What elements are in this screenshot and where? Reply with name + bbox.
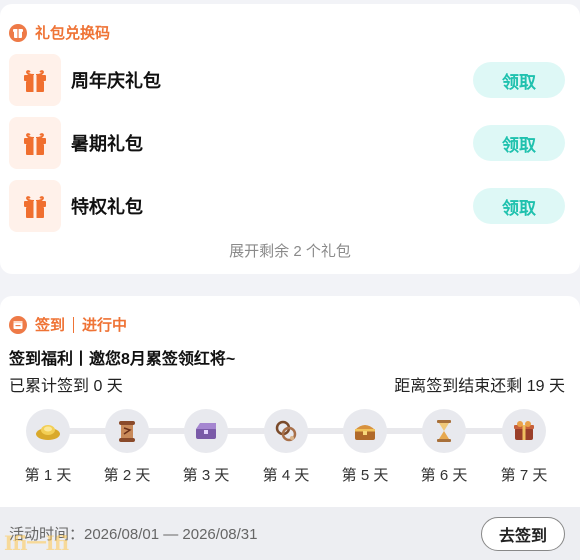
signin-card: 签到 进行中 签到福利丨邀您8月累签领红将~ 已累计签到 0 天 距离签到结束还… [0,296,580,560]
day-label: 第 3 天 [182,467,230,484]
gift-icon [9,117,61,169]
signin-footer: 活动时间：2026/08/01 — 2026/08/31 去签到 [0,507,580,560]
gift-name: 特权礼包 [71,197,143,217]
scroll-icon [105,409,149,453]
day-label: 第 6 天 [420,467,468,484]
chain-amulet-icon [264,409,308,453]
day-label: 第 4 天 [262,467,310,484]
day-item[interactable]: 第 3 天 [176,409,236,485]
signin-headline: 签到福利丨邀您8月累签领红将~ [9,351,236,368]
purple-chest-icon [184,409,228,453]
signin-section-title: 签到 [35,317,66,334]
day-item[interactable]: 第 6 天 [414,409,474,485]
signin-section-header: 签到 进行中 [9,314,127,335]
hourglass-icon [422,409,466,453]
gift-code-card: 礼包兑换码 周年庆礼包 领取 暑期礼包 领取 特权礼包 领取 展开剩余 2 个礼… [0,4,580,274]
day-item[interactable]: 第 2 天 [97,409,157,485]
claim-button[interactable]: 领取 [473,188,565,224]
gift-badge-icon [9,23,27,42]
day-item[interactable]: 第 7 天 [494,409,554,485]
claim-button[interactable]: 领取 [473,125,565,161]
go-signin-button[interactable]: 去签到 [481,516,565,551]
remaining-days: 距离签到结束还剩 19 天 [394,378,565,395]
day-label: 第 2 天 [103,467,151,484]
reward-box-icon [502,409,546,453]
treasure-chest-icon [343,409,387,453]
signin-info-row: 已累计签到 0 天 距离签到结束还剩 19 天 [9,372,565,396]
gift-row: 特权礼包 领取 [9,180,565,232]
expand-gifts-link[interactable]: 展开剩余 2 个礼包 [0,240,580,261]
day-item[interactable]: 第 5 天 [335,409,395,485]
gift-name: 暑期礼包 [71,134,143,154]
day-item[interactable]: 第 4 天 [256,409,316,485]
signin-status: 进行中 [82,317,128,334]
gift-name: 周年庆礼包 [71,71,161,91]
day-label: 第 1 天 [24,467,72,484]
calendar-badge-icon [9,315,27,334]
gift-section-title: 礼包兑换码 [35,25,111,42]
day-label: 第 7 天 [500,467,548,484]
accumulated-days: 已累计签到 0 天 [9,378,123,395]
day-label: 第 5 天 [341,467,389,484]
gift-icon [9,180,61,232]
gift-row: 周年庆礼包 领取 [9,54,565,106]
claim-button[interactable]: 领取 [473,62,565,98]
gift-row: 暑期礼包 领取 [9,117,565,169]
gift-section-header: 礼包兑换码 [9,22,110,43]
day-item[interactable]: 第 1 天 [18,409,78,485]
title-divider [73,316,75,333]
gift-icon [9,54,61,106]
watermark-logo: Ifi一Ifi [4,531,69,555]
gold-ingot-icon [26,409,70,453]
